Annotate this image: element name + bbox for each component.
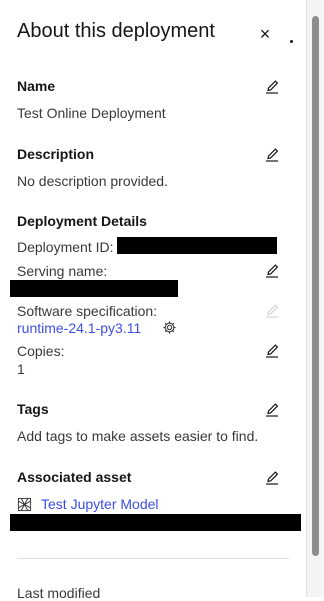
description-label: Description (17, 146, 95, 162)
gear-icon[interactable] (162, 320, 177, 335)
description-value: No description provided. (17, 173, 168, 189)
edit-copies-icon[interactable] (264, 343, 280, 359)
software-spec-link[interactable]: runtime-24.1-py3.11 (17, 320, 141, 336)
redacted-serving-name (10, 280, 178, 297)
overflow-dot (290, 40, 293, 43)
copies-value: 1 (17, 361, 25, 377)
name-value: Test Online Deployment (17, 105, 166, 121)
edit-name-icon[interactable] (264, 79, 280, 95)
last-modified-label: Last modified (17, 585, 101, 601)
redacted-asset-details (10, 514, 301, 531)
asset-link[interactable]: Test Jupyter Model (41, 496, 159, 512)
deployment-details-label: Deployment Details (17, 213, 147, 229)
deployment-details-panel: About this deployment × Name Test Online… (0, 0, 306, 601)
edit-description-icon[interactable] (264, 147, 280, 163)
edit-serving-name-icon[interactable] (264, 263, 280, 279)
deployment-id-label: Deployment ID: (17, 239, 114, 255)
close-icon[interactable]: × (256, 24, 274, 44)
edit-tags-icon[interactable] (264, 402, 280, 418)
tags-label: Tags (17, 401, 49, 417)
edit-asset-icon[interactable] (264, 470, 280, 486)
software-spec-label: Software specification: (17, 303, 158, 319)
name-label: Name (17, 78, 56, 94)
edit-software-spec-icon (266, 304, 279, 318)
scrollbar-thumb[interactable] (312, 16, 319, 556)
panel-title: About this deployment (17, 20, 215, 42)
section-divider (17, 558, 289, 559)
tags-value: Add tags to make assets easier to find. (17, 428, 259, 444)
redacted-deployment-id (117, 237, 277, 254)
model-icon (17, 497, 32, 512)
scrollbar[interactable] (306, 0, 324, 597)
associated-asset-label: Associated asset (17, 469, 132, 485)
copies-label: Copies: (17, 343, 65, 359)
serving-name-label: Serving name: (17, 263, 108, 279)
